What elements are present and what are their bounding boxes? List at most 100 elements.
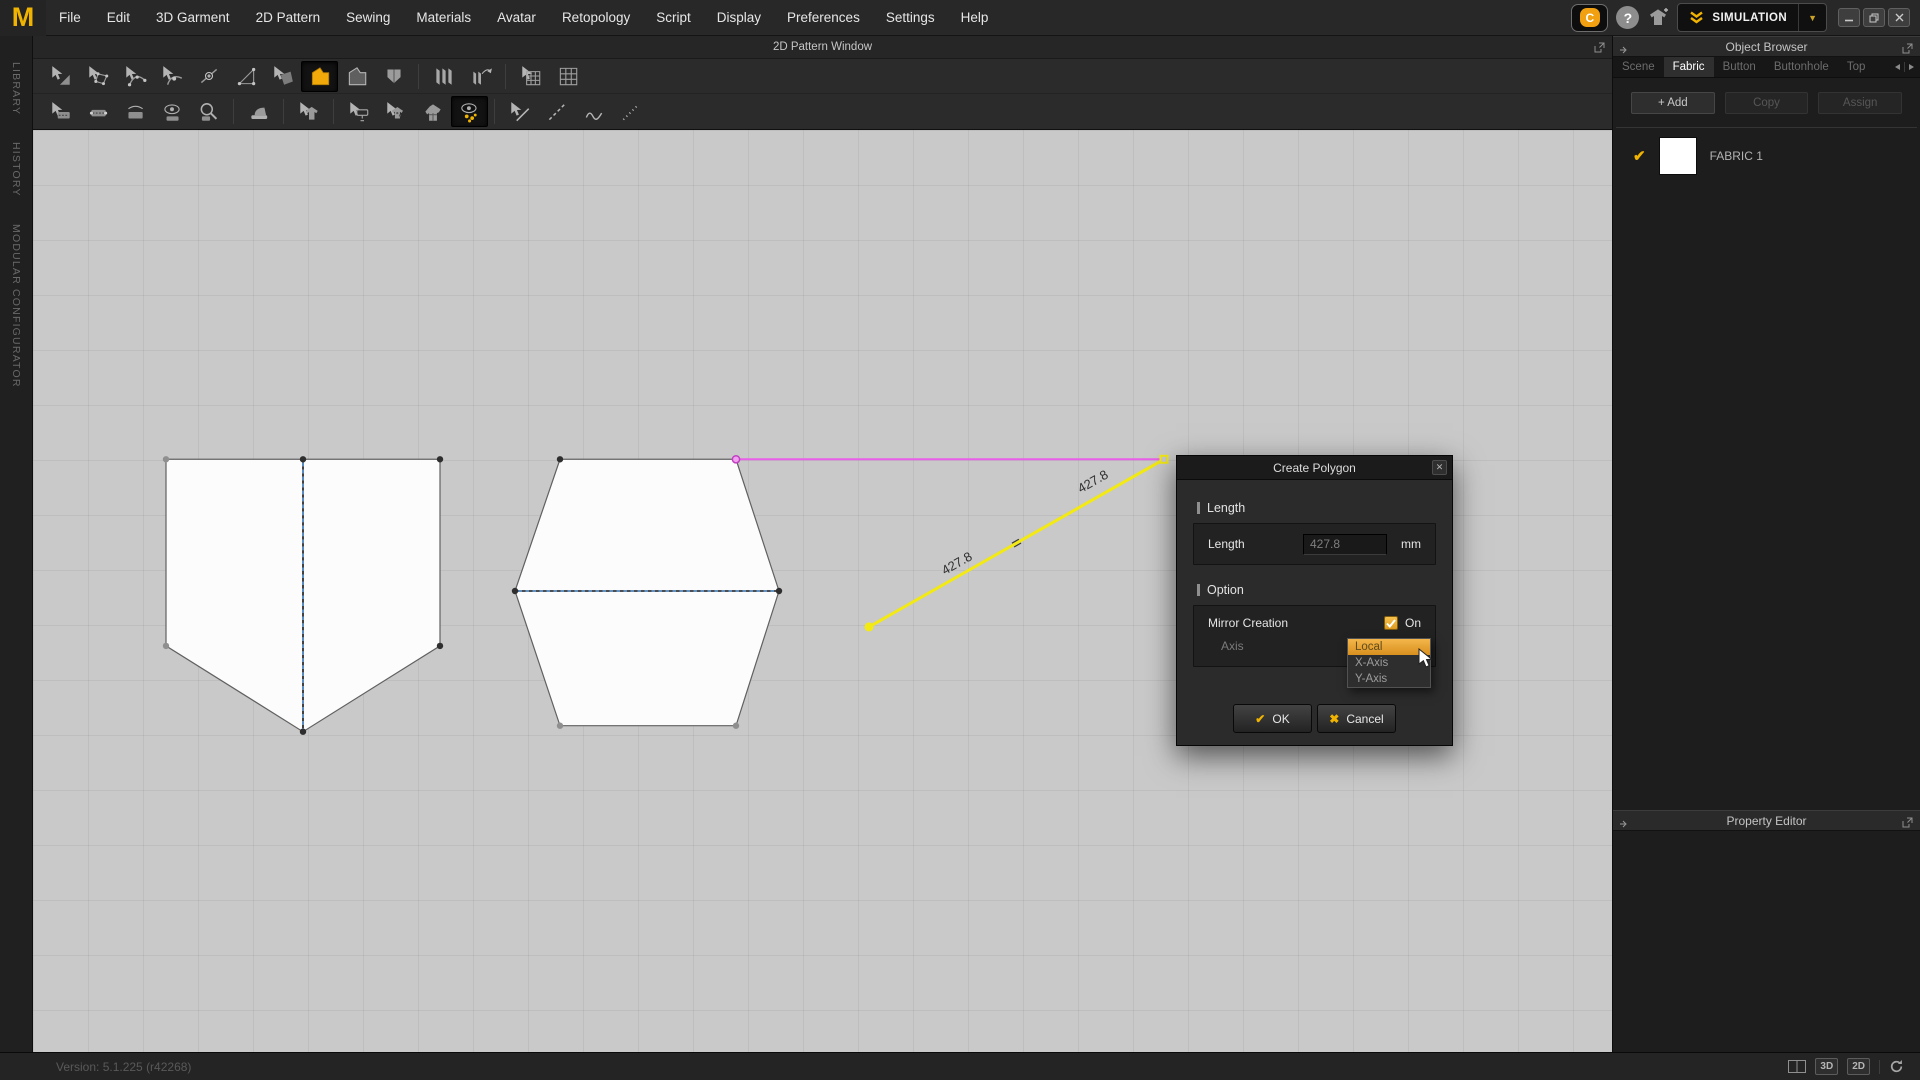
- pattern-design-icon: [421, 100, 445, 124]
- menu-item-sewing[interactable]: Sewing: [333, 0, 403, 36]
- object-browser-popout-icon[interactable]: [1902, 42, 1913, 57]
- mirror-on-checkbox[interactable]: [1384, 616, 1398, 630]
- texture-roller-tool[interactable]: [377, 96, 414, 127]
- trace-pattern-tool[interactable]: [264, 61, 301, 92]
- sidebar-tab-library[interactable]: LIBRARY: [10, 62, 22, 115]
- magenta-vertex[interactable]: [732, 456, 739, 463]
- basting-line-tool[interactable]: [612, 96, 649, 127]
- add-button[interactable]: + Add: [1631, 92, 1715, 114]
- edit-pattern-tool[interactable]: [79, 61, 116, 92]
- tab-top[interactable]: Top: [1838, 57, 1866, 77]
- property-editor-popout-icon[interactable]: [1902, 816, 1913, 831]
- edit-texture-tool[interactable]: [340, 96, 377, 127]
- fabric-swatch[interactable]: [1659, 137, 1697, 175]
- free-sewing-tool[interactable]: [116, 96, 153, 127]
- polygon-preview-line[interactable]: [869, 459, 1164, 627]
- menu-item-preferences[interactable]: Preferences: [774, 0, 873, 36]
- tab-scene[interactable]: Scene: [1613, 57, 1664, 77]
- show-grainline-tool[interactable]: [451, 96, 488, 127]
- tab-scroll-right-icon[interactable]: [1908, 63, 1915, 71]
- create-polygon-dialog: Create Polygon ✕ Length Length mm Option…: [1176, 455, 1453, 746]
- dashed-line-tool[interactable]: [538, 96, 575, 127]
- collapse-arrow-icon[interactable]: [1619, 43, 1629, 57]
- copy-button[interactable]: Copy: [1725, 92, 1809, 114]
- axis-option-y-axis[interactable]: Y-Axis: [1348, 671, 1430, 687]
- add-point-icon: [197, 64, 221, 88]
- view-3d-button[interactable]: 3D: [1815, 1058, 1838, 1075]
- popout-icon[interactable]: [1594, 41, 1605, 56]
- tab-scroll-left-icon[interactable]: [1894, 63, 1901, 71]
- tab-buttonhole[interactable]: Buttonhole: [1765, 57, 1838, 77]
- clo-set-badge-icon[interactable]: C: [1571, 4, 1608, 32]
- collapse-arrow-icon[interactable]: [1619, 817, 1629, 831]
- menu-item-2d-pattern[interactable]: 2D Pattern: [243, 0, 334, 36]
- menu-item-script[interactable]: Script: [643, 0, 704, 36]
- elastic-line-tool[interactable]: [575, 96, 612, 127]
- menu-item-3d-garment[interactable]: 3D Garment: [143, 0, 243, 36]
- app-logo: M: [0, 0, 46, 36]
- menu-item-avatar[interactable]: Avatar: [484, 0, 549, 36]
- add-avatar-icon[interactable]: [1647, 8, 1669, 28]
- rectangle-tool[interactable]: [338, 61, 375, 92]
- hexagon-pattern[interactable]: [515, 459, 779, 725]
- close-window-icon[interactable]: [1888, 8, 1910, 27]
- dart-tool[interactable]: [375, 61, 412, 92]
- fabric-list-item[interactable]: ✔FABRIC 1: [1613, 128, 1920, 184]
- tab-fabric[interactable]: Fabric: [1664, 57, 1714, 77]
- flip-pleats-tool[interactable]: [462, 61, 499, 92]
- menu-item-file[interactable]: File: [46, 0, 94, 36]
- tab-button[interactable]: Button: [1714, 57, 1765, 77]
- edit-curvature-tool[interactable]: [116, 61, 153, 92]
- menu-item-help[interactable]: Help: [948, 0, 1002, 36]
- menu-item-edit[interactable]: Edit: [94, 0, 143, 36]
- simulation-dropdown-arrow[interactable]: ▼: [1798, 4, 1826, 31]
- axis-option-local[interactable]: Local: [1348, 639, 1430, 655]
- toolbar-separator: [418, 64, 419, 89]
- add-point-tool[interactable]: [190, 61, 227, 92]
- minimize-window-icon[interactable]: [1838, 8, 1860, 27]
- free-sewing-icon: [123, 100, 147, 124]
- refresh-icon[interactable]: [1889, 1059, 1904, 1074]
- edit-round-corner-tool[interactable]: [227, 61, 264, 92]
- seam-allowance-tool[interactable]: [190, 96, 227, 127]
- edit-curve-point-tool[interactable]: [153, 61, 190, 92]
- show-sewing-tool[interactable]: [153, 96, 190, 127]
- grid-tool[interactable]: [512, 61, 549, 92]
- mirror-on-label: On: [1405, 616, 1421, 630]
- view-2d-button[interactable]: 2D: [1847, 1058, 1870, 1075]
- dialog-title: Create Polygon: [1273, 461, 1356, 475]
- line-end-point[interactable]: [1161, 456, 1168, 463]
- help-icon[interactable]: ?: [1616, 6, 1639, 29]
- pleats-tool[interactable]: [425, 61, 462, 92]
- sidebar-tab-history[interactable]: HISTORY: [10, 142, 22, 197]
- split-view-icon[interactable]: [1788, 1060, 1806, 1073]
- line-start-point[interactable]: [865, 622, 874, 631]
- menu-item-retopology[interactable]: Retopology: [549, 0, 643, 36]
- select-garment-tool[interactable]: [290, 96, 327, 127]
- transform-pattern-tool[interactable]: [42, 61, 79, 92]
- main-menu: FileEdit3D Garment2D PatternSewingMateri…: [46, 0, 1001, 36]
- segment-sewing-tool[interactable]: [79, 96, 116, 127]
- restore-window-icon[interactable]: [1863, 8, 1885, 27]
- polygon-tool[interactable]: [301, 61, 338, 92]
- dialog-titlebar[interactable]: Create Polygon ✕: [1177, 456, 1452, 480]
- cancel-button[interactable]: ✖ Cancel: [1317, 704, 1396, 733]
- axis-option-x-axis[interactable]: X-Axis: [1348, 655, 1430, 671]
- segment-sewing-icon: [86, 100, 110, 124]
- trace-line-tool[interactable]: [501, 96, 538, 127]
- dialog-close-icon[interactable]: ✕: [1432, 460, 1447, 475]
- check-icon[interactable]: ✔: [1633, 147, 1646, 165]
- menu-item-settings[interactable]: Settings: [873, 0, 948, 36]
- ok-button[interactable]: ✔ OK: [1233, 704, 1312, 733]
- assign-button[interactable]: Assign: [1818, 92, 1902, 114]
- flattening-iron-tool[interactable]: [240, 96, 277, 127]
- pattern-design-tool[interactable]: [414, 96, 451, 127]
- simulation-button[interactable]: SIMULATION: [1678, 4, 1798, 31]
- length-input[interactable]: [1303, 534, 1387, 555]
- sidebar-tab-modular-configurator[interactable]: MODULAR CONFIGURATOR: [10, 224, 22, 388]
- edit-sewing-tool[interactable]: [42, 96, 79, 127]
- axis-label: Axis: [1221, 639, 1244, 653]
- pattern-grid-tool[interactable]: [549, 61, 586, 92]
- menu-item-materials[interactable]: Materials: [403, 0, 484, 36]
- menu-item-display[interactable]: Display: [704, 0, 774, 36]
